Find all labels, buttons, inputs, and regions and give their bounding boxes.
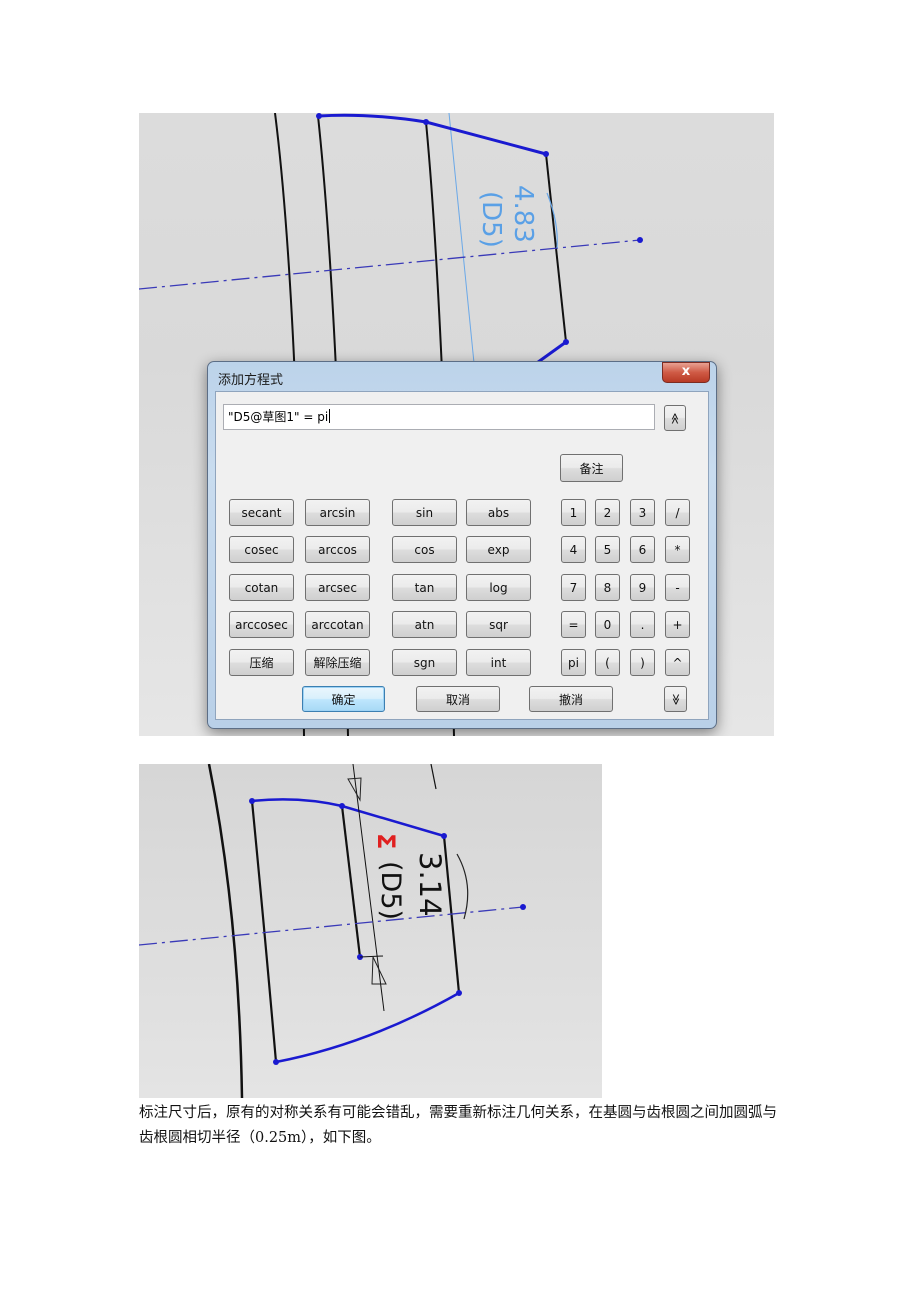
root-circle-arc [207, 764, 244, 1098]
keypad-button[interactable]: 2 [595, 499, 620, 526]
tooth-tip-line [251, 798, 445, 838]
function-button[interactable]: cos [392, 536, 457, 563]
sketch-point [456, 990, 462, 996]
sketch-point [423, 119, 429, 125]
sketch-point [563, 339, 569, 345]
function-button[interactable]: sgn [392, 649, 457, 676]
sketch-point [273, 1059, 279, 1065]
function-button[interactable]: sin [392, 499, 457, 526]
keypad-button[interactable]: pi [561, 649, 586, 676]
tooth-inner-line [340, 805, 362, 958]
function-button[interactable]: cosec [229, 536, 294, 563]
dimension-value-label[interactable]: 4.83 [508, 185, 538, 243]
sketch-point [543, 151, 549, 157]
function-button[interactable]: secant [229, 499, 294, 526]
sketch-screenshot-equation-dialog: 4.83 (D5) 添加方程式 x "D5@草图1" = pi ≪ 备注 sec… [139, 113, 774, 736]
arrow-head-bottom [371, 956, 387, 985]
function-button[interactable]: arccotan [305, 611, 370, 638]
sketch-point [316, 113, 322, 119]
function-button[interactable]: tan [392, 574, 457, 601]
function-button[interactable]: abs [466, 499, 531, 526]
chevron-double-up-icon: ≪ [668, 412, 682, 424]
chevron-double-down-icon: ≫ [668, 693, 682, 705]
dialog-body: "D5@草图1" = pi ≪ 备注 secant arcsin sin abs cos… [215, 391, 709, 720]
sketch-canvas-2: Σ 3.14 (D5) [139, 764, 526, 1098]
function-button[interactable]: 压缩 [229, 649, 294, 676]
sketch-point [339, 803, 345, 809]
text-caret [329, 409, 331, 423]
function-button[interactable]: exp [466, 536, 531, 563]
function-button[interactable]: sqr [466, 611, 531, 638]
keypad-button[interactable]: ( [595, 649, 620, 676]
close-icon: x [681, 364, 691, 379]
centerline-endpoint [637, 237, 643, 243]
undo-button[interactable]: 撤消 [529, 686, 613, 712]
equation-input[interactable]: "D5@草图1" = pi [223, 404, 655, 430]
keypad-button[interactable]: = [561, 611, 586, 638]
keypad-button[interactable]: ) [630, 649, 655, 676]
function-button[interactable]: arccos [305, 536, 370, 563]
keypad-button[interactable]: 6 [630, 536, 655, 563]
equation-driven-marker: Σ [372, 833, 400, 849]
dialog-title: 添加方程式 [218, 373, 284, 388]
add-equation-dialog: 添加方程式 x "D5@草图1" = pi ≪ 备注 secant arcsin s… [207, 361, 717, 729]
collapse-up-button[interactable]: ≪ [664, 405, 686, 431]
keypad-button[interactable]: . [630, 611, 655, 638]
keypad-button[interactable]: ^ [665, 649, 690, 676]
keypad-button[interactable]: - [665, 574, 690, 601]
body-paragraph: 标注尺寸后，原有的对称关系有可能会错乱，需要重新标注几何关系，在基圆与齿根圆之间… [139, 1105, 777, 1146]
equation-text: "D5@草图1" = pi [228, 410, 329, 424]
dimension-name-label: (D5) [476, 191, 506, 248]
keypad-button[interactable]: 8 [595, 574, 620, 601]
keypad-button[interactable]: * [665, 536, 690, 563]
arrow-head-top [347, 777, 362, 802]
pitch-circle-arc [430, 764, 437, 790]
function-button[interactable]: arcsec [305, 574, 370, 601]
cancel-button[interactable]: 取消 [416, 686, 500, 712]
ok-button[interactable]: 确定 [302, 686, 385, 712]
keypad-button[interactable]: 7 [561, 574, 586, 601]
function-button[interactable]: arcsin [305, 499, 370, 526]
sketch-point [249, 798, 255, 804]
function-button[interactable]: atn [392, 611, 457, 638]
keypad-button[interactable]: 0 [595, 611, 620, 638]
sketch-screenshot-dimension-updated: Σ 3.14 (D5) [139, 764, 602, 1098]
keypad-button[interactable]: 9 [630, 574, 655, 601]
dimension-reference-arc [448, 113, 475, 364]
keypad-button[interactable]: / [665, 499, 690, 526]
dimension-name-label: (D5) [375, 861, 406, 920]
function-button[interactable]: arccosec [229, 611, 294, 638]
tooth-bottom-arc [275, 991, 460, 1064]
dimension-arc [456, 853, 469, 920]
expand-down-button[interactable]: ≫ [664, 686, 687, 712]
keypad-button[interactable]: 1 [561, 499, 586, 526]
sketch-point [441, 833, 447, 839]
function-button[interactable]: 解除压缩 [305, 649, 370, 676]
function-button[interactable]: log [466, 574, 531, 601]
keypad-button[interactable]: 4 [561, 536, 586, 563]
tooth-tip-line [318, 113, 547, 156]
centerline [139, 239, 641, 290]
keypad-button[interactable]: 3 [630, 499, 655, 526]
note-button[interactable]: 备注 [560, 454, 623, 482]
keypad-button[interactable]: + [665, 611, 690, 638]
centerline-endpoint [520, 904, 526, 910]
dimension-value-label[interactable]: 3.14 [413, 852, 447, 917]
close-button[interactable]: x [662, 362, 710, 383]
keypad-button[interactable]: 5 [595, 536, 620, 563]
extension-tick [359, 955, 384, 958]
function-button[interactable]: int [466, 649, 531, 676]
function-button[interactable]: cotan [229, 574, 294, 601]
